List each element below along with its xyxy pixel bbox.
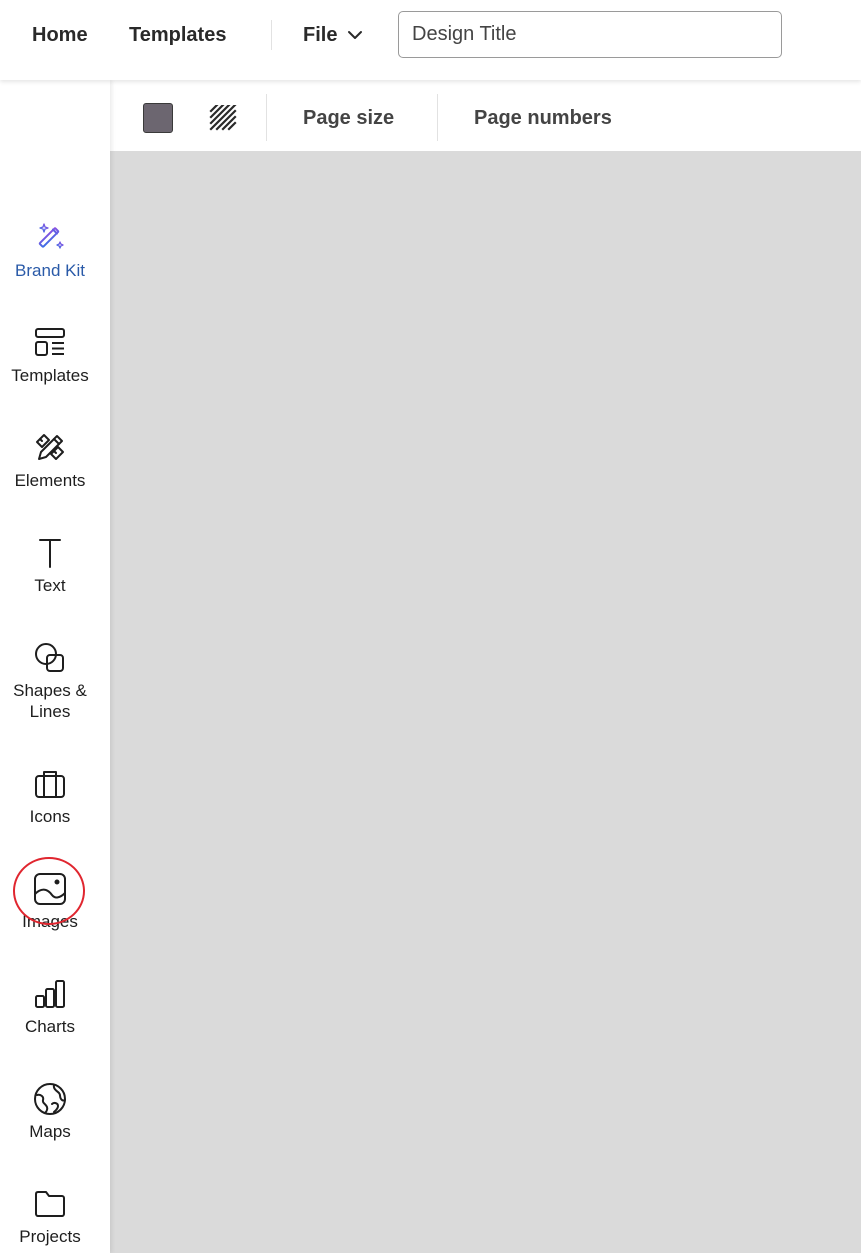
chevron-down-icon <box>348 31 363 39</box>
sidebar-item-label: Images <box>22 912 78 931</box>
sidebar-item-label: Templates <box>11 366 89 385</box>
top-header: Home Templates File <box>0 0 861 80</box>
design-canvas[interactable] <box>110 151 861 1253</box>
folder-icon <box>35 1191 65 1217</box>
sidebar-item-brand-kit[interactable]: Brand Kit <box>0 220 100 281</box>
pattern-button[interactable] <box>209 103 237 136</box>
sidebar-item-shapes-lines[interactable]: Shapes & Lines <box>0 640 100 722</box>
sidebar-item-label: Brand Kit <box>15 261 85 280</box>
sidebar-item-label: Shapes & Lines <box>13 681 87 721</box>
diagonal-stripes-icon <box>209 103 237 131</box>
sidebar-item-label: Text <box>34 576 66 595</box>
sidebar-item-maps[interactable]: Maps <box>0 1081 100 1142</box>
briefcase-icon <box>35 771 65 798</box>
design-title-input[interactable] <box>398 11 782 58</box>
sidebar-item-text[interactable]: Text <box>0 535 100 596</box>
sidebar-item-images[interactable]: Images <box>0 871 100 932</box>
magic-wand-icon <box>38 223 64 249</box>
left-sidebar: Brand Kit Templates Elements Text Shapes… <box>0 80 110 1253</box>
sidebar-item-charts[interactable]: Charts <box>0 976 100 1037</box>
file-menu-button[interactable]: File <box>303 22 363 48</box>
shapes-icon <box>35 643 64 672</box>
sidebar-item-templates[interactable]: Templates <box>0 325 100 386</box>
pencil-ruler-icon <box>36 434 64 460</box>
sidebar-item-projects[interactable]: Projects <box>0 1186 100 1247</box>
image-icon <box>34 873 66 905</box>
text-icon <box>39 539 61 568</box>
sidebar-item-label: Elements <box>14 471 86 490</box>
sidebar-item-label: Maps <box>29 1122 71 1141</box>
nav-home-link[interactable]: Home <box>32 22 88 48</box>
page-size-button[interactable]: Page size <box>303 105 394 131</box>
sidebar-item-label: Icons <box>29 807 71 826</box>
sidebar-item-label: Charts <box>24 1017 76 1036</box>
nav-templates-link[interactable]: Templates <box>129 22 226 48</box>
page-numbers-button[interactable]: Page numbers <box>474 105 612 131</box>
templates-icon <box>35 328 65 356</box>
file-menu-label: File <box>303 23 338 46</box>
sidebar-item-elements[interactable]: Elements <box>0 430 100 491</box>
sidebar-item-label: Projects <box>19 1227 81 1246</box>
background-color-swatch[interactable] <box>143 103 173 133</box>
toolbar-divider <box>437 94 438 141</box>
globe-icon <box>34 1083 66 1115</box>
toolbar-divider <box>266 94 267 141</box>
header-divider <box>271 20 272 50</box>
bar-chart-icon <box>35 980 65 1008</box>
sidebar-item-icons[interactable]: Icons <box>0 766 100 827</box>
